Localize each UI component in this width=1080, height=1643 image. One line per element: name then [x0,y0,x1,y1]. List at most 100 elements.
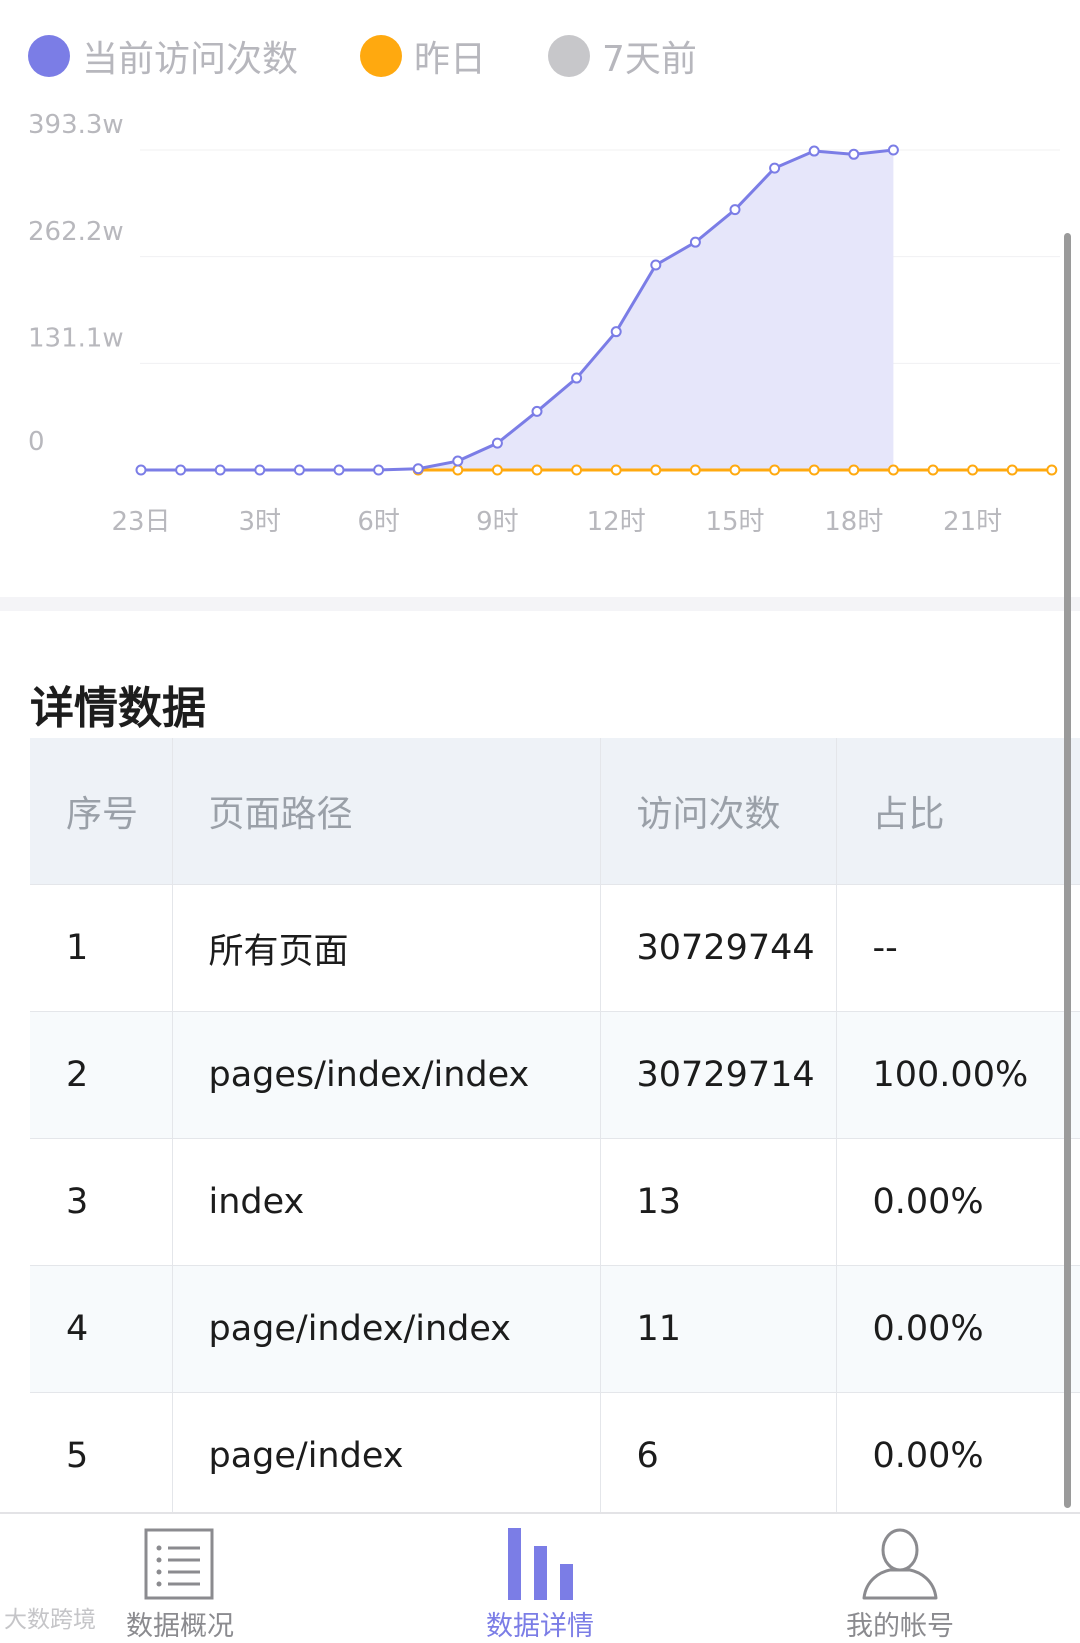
point-yesterday [1046,464,1058,476]
x-tick-label: 3时 [239,507,282,537]
detail-table: 序号 页面路径 访问次数 占比 1 所有页面 30729744 -- 2 pag… [30,738,1080,1519]
legend-item-current[interactable]: 当前访问次数 [28,30,298,82]
legend-label: 当前访问次数 [82,39,299,80]
bar-chart-icon [508,1528,573,1600]
x-tick-label: 23日 [111,507,170,537]
point-current [135,464,147,476]
x-tick-label: 12时 [587,507,646,537]
cell-ratio: -- [835,884,1080,1012]
section-title: 详情数据 [30,683,206,734]
point-current [293,464,305,476]
point-yesterday [887,464,899,476]
point-current [412,463,424,475]
cell-page-path: page/index/index [171,1265,600,1393]
point-current [491,437,503,449]
point-current [571,372,583,384]
point-current [729,204,741,216]
point-yesterday [531,464,543,476]
legend-marker-current [28,35,70,77]
point-yesterday [689,464,701,476]
vertical-scrollbar[interactable] [1064,233,1071,1508]
tab-data-details[interactable]: 数据详情 [360,1514,720,1642]
legend-label: 昨日 [414,39,487,80]
table-header-row: 序号 页面路径 访问次数 占比 [30,738,1080,885]
user-icon [862,1528,938,1600]
x-tick-label: 18时 [824,507,883,537]
section-divider [0,597,1080,611]
point-yesterday [967,464,979,476]
point-yesterday [729,464,741,476]
point-yesterday [1006,464,1018,476]
point-yesterday [610,464,622,476]
point-current [452,455,464,467]
cell-page-path: pages/index/index [171,1011,600,1139]
cell-ratio: 100.00% [835,1011,1080,1139]
table-row[interactable]: 4 page/index/index 11 0.00% [30,1265,1080,1393]
x-tick-label: 6时 [357,507,400,537]
point-yesterday [452,464,464,476]
header-ratio[interactable]: 占比 [835,738,1080,885]
cell-index: 3 [30,1138,172,1266]
point-current [214,464,226,476]
legend-marker-7days [548,35,591,77]
cell-index: 2 [30,1011,172,1139]
legend-label: 7天前 [602,39,697,80]
point-current [689,236,701,248]
header-visits[interactable]: 访问次数 [599,738,836,885]
cell-page-path: page/index [171,1392,600,1519]
cell-ratio: 0.00% [835,1265,1080,1393]
legend-item-7days[interactable]: 7天前 [548,30,697,82]
y-tick-label: 262.2w [28,217,124,247]
point-current [333,464,345,476]
point-current [175,464,187,476]
point-yesterday [491,464,503,476]
x-tick-label: 15时 [705,507,764,537]
cell-visits: 30729714 [599,1011,836,1139]
point-current [610,326,622,338]
cell-visits: 13 [599,1138,836,1266]
cell-visits: 11 [599,1265,836,1393]
tab-label: 我的帐号 [846,1611,954,1642]
area-current [141,150,894,470]
table-row[interactable]: 2 pages/index/index 30729714 100.00% [30,1011,1080,1139]
point-yesterday [571,464,583,476]
point-yesterday [848,464,860,476]
point-current [254,464,266,476]
cell-page-path: 所有页面 [171,884,600,1012]
bottom-tab-bar: 数据概况 数据详情 我的帐号 [0,1512,1080,1642]
cell-page-path: index [171,1138,600,1266]
point-current [373,464,385,476]
x-tick-label: 21时 [943,507,1002,537]
point-current [887,144,899,156]
table-row[interactable]: 3 index 13 0.00% [30,1138,1080,1266]
cell-ratio: 0.00% [835,1138,1080,1266]
chart-legend: 当前访问次数 昨日 7天前 [28,30,759,82]
header-index[interactable]: 序号 [30,738,172,885]
point-current [531,405,543,417]
cell-ratio: 0.00% [835,1392,1080,1519]
point-current [650,259,662,271]
cell-index: 5 [30,1392,172,1519]
tab-label: 数据详情 [486,1611,594,1642]
x-tick-label: 9时 [476,507,519,537]
visits-line-chart: 393.3w 262.2w 131.1w 0 23日 3时 6时 9时 12时 15时 18时 21时 [28,110,1060,537]
cell-visits: 6 [599,1392,836,1519]
list-doc-icon [144,1528,214,1600]
table-row[interactable]: 1 所有页面 30729744 -- [30,884,1080,1012]
point-current [848,148,860,160]
legend-marker-yesterday [360,35,403,77]
y-tick-label: 131.1w [28,323,124,353]
header-page-path[interactable]: 页面路径 [171,738,600,885]
point-yesterday [927,464,939,476]
point-yesterday [769,464,781,476]
y-tick-label: 0 [28,427,45,457]
cell-visits: 30729744 [599,884,836,1012]
cell-index: 4 [30,1265,172,1393]
cell-index: 1 [30,884,172,1012]
watermark: 大数跨境 [4,1607,96,1633]
legend-item-yesterday[interactable]: 昨日 [360,30,486,82]
point-current [808,145,820,157]
y-tick-label: 393.3w [28,110,124,140]
tab-my-account[interactable]: 我的帐号 [720,1514,1080,1642]
table-row[interactable]: 5 page/index 6 0.00% [30,1392,1080,1519]
